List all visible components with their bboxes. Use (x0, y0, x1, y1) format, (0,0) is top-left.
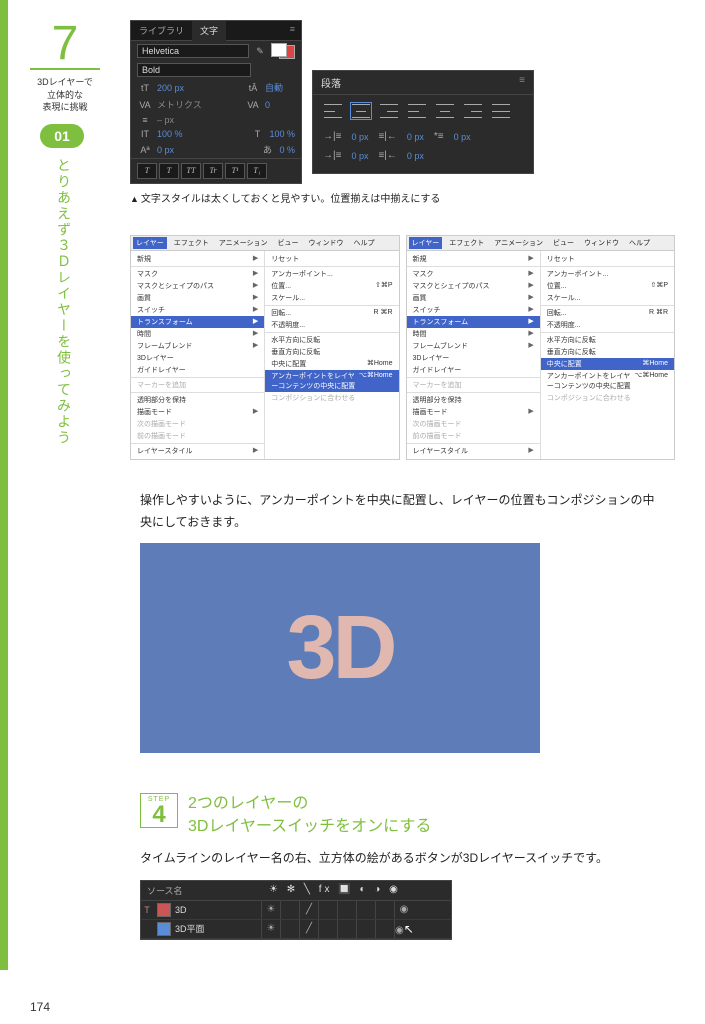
superscript-button[interactable]: T¹ (225, 163, 245, 179)
main-content: ライブラリ 文字 ≡ Helvetica ✎ Bold tT (120, 0, 705, 970)
indent-right-value[interactable]: 0 px (407, 132, 424, 142)
vscale-icon: IT (137, 129, 153, 139)
layer-color-chip[interactable] (157, 922, 171, 936)
menu-layer[interactable]: レイヤー (133, 237, 167, 249)
timeline-row: 3D平面 ☀ ╱ ◉↖ (141, 920, 451, 939)
baseline-icon: Aª (137, 145, 153, 155)
vscale-value[interactable]: 100 % (157, 129, 183, 139)
body-text-2: タイムラインのレイヤー名の右、立方体の絵があるボタンが3Dレイヤースイッチです。 (140, 848, 665, 870)
tsume-value[interactable]: – px (157, 115, 187, 125)
indent-left-value[interactable]: 0 px (351, 132, 368, 142)
menu-item-center[interactable]: 中央に配置⌘Home (541, 358, 674, 370)
tracking-value[interactable]: 0 (265, 100, 295, 110)
font-size-value[interactable]: 200 px (157, 83, 187, 93)
column-source-name: ソース名 (141, 881, 263, 900)
timeline-panel: ソース名 ☀ ✻ ╲ fx 🔲 ◐ ◑ ◉ T 3D ☀ ╱ ◉ 3D平面 (140, 880, 452, 940)
kerning-value[interactable]: メトリクス (157, 98, 202, 111)
fill-stroke-swatch[interactable] (271, 43, 295, 59)
justify-all-button[interactable] (491, 103, 511, 119)
indent-first-value[interactable]: 0 px (454, 132, 471, 142)
font-weight-select[interactable]: Bold (137, 63, 251, 77)
italic-button[interactable]: T (159, 163, 179, 179)
menu-item-transform[interactable]: トランスフォーム▶ (131, 316, 264, 328)
bold-button[interactable]: T (137, 163, 157, 179)
layer-name[interactable]: 3D (175, 905, 261, 915)
alignment-row (313, 95, 533, 127)
panel-menu-icon[interactable]: ≡ (284, 21, 301, 40)
page-number: 174 (30, 1000, 705, 1014)
figure-caption: 文字スタイルは太くしておくと見やすい。位置揃えは中揃えにする (130, 190, 675, 205)
indent-first-icon: *≡ (434, 131, 444, 142)
indent-right-icon: ≡|← (378, 131, 396, 142)
switch-column-header: ☀ ✻ ╲ fx 🔲 ◐ ◑ ◉ (263, 881, 451, 900)
step-number-box: STEP 4 (140, 793, 178, 828)
hscale-value[interactable]: 100 % (269, 129, 295, 139)
baseline-value[interactable]: 0 px (157, 145, 187, 155)
justify-right-button[interactable] (463, 103, 483, 119)
indent-left-icon: →|≡ (323, 131, 341, 142)
panel-title: 段落 (321, 75, 341, 90)
align-center-button[interactable] (351, 103, 371, 119)
smallcaps-button[interactable]: Tr (203, 163, 223, 179)
aki-icon: あ (259, 143, 275, 156)
menu-item-anchor-center[interactable]: アンカーポイントをレイヤーコンテンツの中央に配置⌥⌘Home (265, 370, 398, 392)
align-left-button[interactable] (323, 103, 343, 119)
justify-left-button[interactable] (407, 103, 427, 119)
font-family-select[interactable]: Helvetica (137, 44, 249, 58)
body-text-1: 操作しやすいように、アンカーポイントを中央に配置し、レイヤーの位置もコンポジショ… (140, 490, 665, 533)
align-right-button[interactable] (379, 103, 399, 119)
chapter-number: 7 (30, 20, 100, 70)
step-4-heading: STEP 4 2つのレイヤーの 3Dレイヤースイッチをオンにする (140, 793, 665, 838)
layer-color-chip[interactable] (157, 903, 171, 917)
menu-bar: レイヤー エフェクト アニメーション ビュー ウィンドウ ヘルプ (131, 236, 399, 251)
subscript-button[interactable]: T₁ (247, 163, 267, 179)
sidebar: 7 3Dレイヤーで 立体的な 表現に挑戦 01 とりあえず３Ｄレイヤーを使ってみ… (0, 0, 120, 970)
tsume-icon: ≡ (137, 115, 153, 125)
eyedropper-icon[interactable]: ✎ (253, 46, 267, 57)
space-after-icon: ≡|← (378, 150, 396, 161)
menu-screenshot-left: レイヤー エフェクト アニメーション ビュー ウィンドウ ヘルプ 新規▶ マスク… (130, 235, 400, 460)
chapter-title: 3Dレイヤーで 立体的な 表現に挑戦 (30, 76, 100, 114)
allcaps-button[interactable]: TT (181, 163, 201, 179)
3d-switch[interactable]: ◉↖ (394, 920, 413, 938)
text-layer-3d: 3D (286, 597, 393, 700)
paragraph-panel: 段落 ≡ →|≡ 0 px ≡|← 0 px *≡ (312, 70, 534, 174)
aki-value[interactable]: 0 % (279, 145, 295, 155)
font-size-icon: tT (137, 83, 153, 93)
tab-character[interactable]: 文字 (192, 21, 226, 41)
tab-library[interactable]: ライブラリ (131, 21, 192, 40)
composition-preview: 3D (140, 543, 540, 753)
timeline-row: T 3D ☀ ╱ ◉ (141, 901, 451, 920)
space-before-value[interactable]: 0 px (351, 151, 368, 161)
panel-menu-icon[interactable]: ≡ (519, 75, 525, 90)
3d-switch[interactable]: ◉ (394, 901, 413, 919)
space-after-value[interactable]: 0 px (407, 151, 424, 161)
character-panel: ライブラリ 文字 ≡ Helvetica ✎ Bold tT (130, 20, 302, 184)
kerning-icon: VA (137, 100, 153, 110)
justify-center-button[interactable] (435, 103, 455, 119)
chapter-box: 7 3Dレイヤーで 立体的な 表現に挑戦 (30, 20, 100, 114)
space-before-icon: →|≡ (323, 150, 341, 161)
cursor-icon: ↖ (404, 922, 414, 936)
layer-name[interactable]: 3D平面 (175, 922, 261, 935)
side-accent-strip (0, 0, 8, 970)
tracking-icon: VA (245, 100, 261, 110)
leading-icon: tÂ (245, 83, 261, 93)
menu-screenshot-right: レイヤー エフェクト アニメーション ビュー ウィンドウ ヘルプ 新規▶ マスク… (406, 235, 676, 460)
step-badge: 01 (40, 124, 84, 148)
section-heading-vertical: とりあえず３Ｄレイヤーを使ってみよう (54, 158, 74, 446)
leading-value[interactable]: 自動 (265, 81, 295, 94)
text-style-buttons: T T TT Tr T¹ T₁ (131, 158, 301, 183)
hscale-icon: T (249, 129, 265, 139)
